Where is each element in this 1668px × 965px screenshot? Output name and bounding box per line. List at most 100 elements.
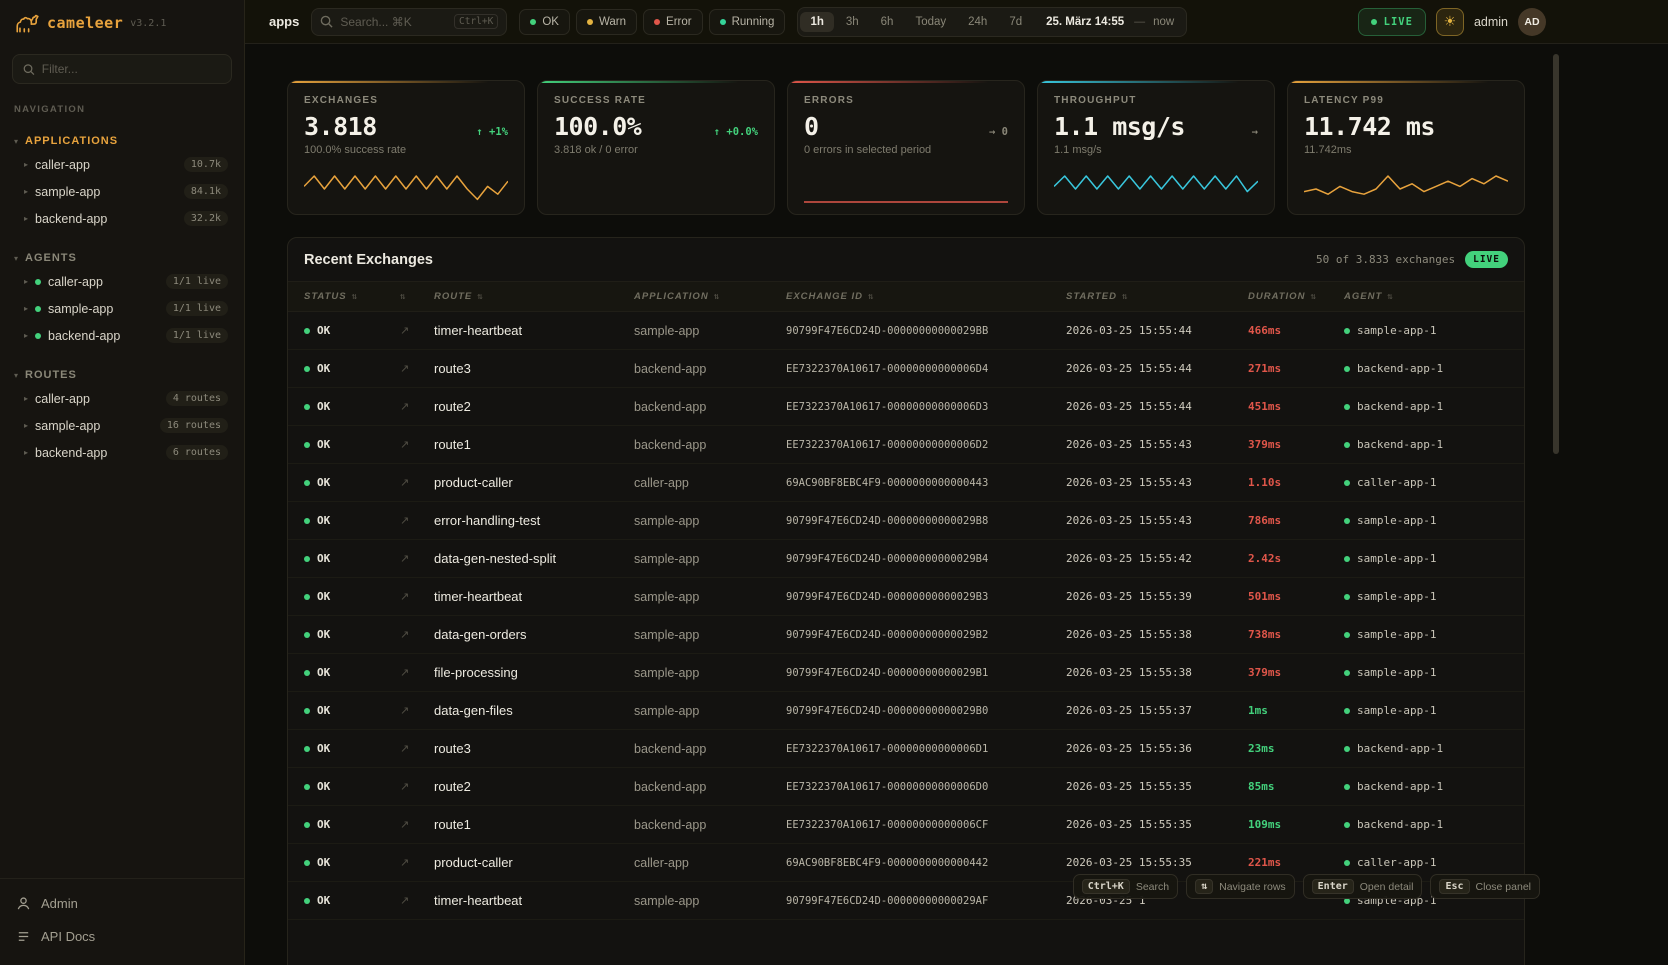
table-row[interactable]: OK ↗ route3 backend-app EE7322370A10617-… <box>288 350 1524 388</box>
live-toggle-button[interactable]: LIVE <box>1358 8 1426 36</box>
sidebar-filter[interactable] <box>12 54 232 84</box>
sidebar-item-admin[interactable]: Admin <box>0 887 244 920</box>
status-filter-pill[interactable]: Running <box>709 9 786 35</box>
sidebar-item-agent[interactable]: ▸ backend-app 1/1 live <box>0 322 244 349</box>
agent-name: caller-app-1 <box>1357 856 1436 869</box>
time-range-button[interactable]: 3h <box>836 12 869 32</box>
open-detail-icon[interactable]: ↗ <box>400 324 434 337</box>
open-detail-icon[interactable]: ↗ <box>400 552 434 565</box>
filter-input[interactable] <box>42 62 221 76</box>
started-cell: 2026-03-25 15:55:37 <box>1066 704 1248 717</box>
table-row[interactable]: OK ↗ route3 backend-app EE7322370A10617-… <box>288 730 1524 768</box>
open-detail-icon[interactable]: ↗ <box>400 514 434 527</box>
column-header-status[interactable]: STATUS⇅ <box>304 291 400 302</box>
open-detail-icon[interactable]: ↗ <box>400 590 434 603</box>
column-header-agent[interactable]: AGENT⇅ <box>1344 291 1508 302</box>
table-row[interactable]: OK ↗ route2 backend-app EE7322370A10617-… <box>288 388 1524 426</box>
agent-cell: sample-app-1 <box>1344 628 1508 641</box>
open-detail-icon[interactable]: ↗ <box>400 438 434 451</box>
time-range-button[interactable]: 6h <box>871 12 904 32</box>
route-cell: data-gen-nested-split <box>434 551 634 566</box>
open-detail-icon[interactable]: ↗ <box>400 362 434 375</box>
table-row[interactable]: OK ↗ timer-heartbeat sample-app 90799F47… <box>288 578 1524 616</box>
status-cell: OK <box>304 818 400 831</box>
time-range-button[interactable]: 24h <box>958 12 997 32</box>
column-header-duration[interactable]: DURATION⇅ <box>1248 291 1344 302</box>
sidebar-item-agent[interactable]: ▸ caller-app 1/1 live <box>0 268 244 295</box>
status-cell: OK <box>304 628 400 641</box>
open-detail-icon[interactable]: ↗ <box>400 742 434 755</box>
table-row[interactable]: OK ↗ data-gen-nested-split sample-app 90… <box>288 540 1524 578</box>
application-cell: sample-app <box>634 704 786 718</box>
column-header-action[interactable]: ⇅ <box>400 292 434 302</box>
ok-status-dot <box>304 708 310 714</box>
agent-name: sample-app-1 <box>1357 552 1436 565</box>
sidebar-item-agent[interactable]: ▸ sample-app 1/1 live <box>0 295 244 322</box>
time-range-button[interactable]: Today <box>905 12 956 32</box>
table-row[interactable]: OK ↗ error-handling-test sample-app 9079… <box>288 502 1524 540</box>
table-row[interactable]: OK ↗ data-gen-orders sample-app 90799F47… <box>288 616 1524 654</box>
status-value: OK <box>317 438 330 451</box>
open-detail-icon[interactable]: ↗ <box>400 628 434 641</box>
sidebar-item-route[interactable]: ▸ backend-app 6 routes <box>0 439 244 466</box>
agent-cell: sample-app-1 <box>1344 704 1508 717</box>
column-header-application[interactable]: APPLICATION⇅ <box>634 291 786 302</box>
status-cell: OK <box>304 856 400 869</box>
agent-cell: caller-app-1 <box>1344 476 1508 489</box>
status-filter-pill[interactable]: OK <box>519 9 570 35</box>
avatar[interactable]: AD <box>1518 8 1546 36</box>
stat-title: THROUGHPUT <box>1054 95 1258 106</box>
search-input[interactable] <box>340 15 447 29</box>
sidebar-item-route[interactable]: ▸ caller-app 4 routes <box>0 385 244 412</box>
section-header-routes[interactable]: ▾ ROUTES <box>0 365 244 385</box>
section-header-applications[interactable]: ▾ APPLICATIONS <box>0 131 244 151</box>
stat-value: 100.0% <box>554 112 641 141</box>
sidebar-item-api-docs[interactable]: API Docs <box>0 920 244 953</box>
time-range-button[interactable]: 7d <box>999 12 1032 32</box>
column-header-route[interactable]: ROUTE⇅ <box>434 291 634 302</box>
table-row[interactable]: OK ↗ product-caller caller-app 69AC90BF8… <box>288 464 1524 502</box>
sort-icon: ⇅ <box>868 292 874 302</box>
time-range-button[interactable]: 1h <box>800 12 833 32</box>
sort-icon: ⇅ <box>1122 292 1128 302</box>
status-filter-pill[interactable]: Warn <box>576 9 637 35</box>
column-label: APPLICATION <box>634 291 709 302</box>
table-row[interactable]: OK ↗ timer-heartbeat sample-app 90799F47… <box>288 312 1524 350</box>
table-row[interactable]: OK ↗ route1 backend-app EE7322370A10617-… <box>288 806 1524 844</box>
open-detail-icon[interactable]: ↗ <box>400 894 434 907</box>
agent-cell: sample-app-1 <box>1344 590 1508 603</box>
table-row[interactable]: OK ↗ data-gen-files sample-app 90799F47E… <box>288 692 1524 730</box>
table-header-bar: Recent Exchanges 50 of 3.833 exchanges L… <box>288 238 1524 282</box>
sidebar-item-application[interactable]: ▸ caller-app 10.7k <box>0 151 244 178</box>
open-detail-icon[interactable]: ↗ <box>400 400 434 413</box>
sidebar-item-label: caller-app <box>35 158 90 172</box>
table-row[interactable]: OK ↗ route1 backend-app EE7322370A10617-… <box>288 426 1524 464</box>
status-value: OK <box>317 742 330 755</box>
table-row[interactable]: OK ↗ route2 backend-app EE7322370A10617-… <box>288 768 1524 806</box>
table-row[interactable]: OK ↗ file-processing sample-app 90799F47… <box>288 654 1524 692</box>
status-filter-pill[interactable]: Error <box>643 9 703 35</box>
hint-pill: ⇅ Navigate rows <box>1186 874 1295 899</box>
exchange-id-cell: 90799F47E6CD24D-00000000000029B3 <box>786 591 1066 603</box>
table-summary: 50 of 3.833 exchanges <box>1316 253 1455 266</box>
sidebar-item-application[interactable]: ▸ sample-app 84.1k <box>0 178 244 205</box>
open-detail-icon[interactable]: ↗ <box>400 856 434 869</box>
chevron-right-icon: ▸ <box>24 187 28 196</box>
hint-key: Ctrl+K <box>1082 879 1130 894</box>
open-detail-icon[interactable]: ↗ <box>400 704 434 717</box>
section-header-agents[interactable]: ▾ AGENTS <box>0 248 244 268</box>
open-detail-icon[interactable]: ↗ <box>400 780 434 793</box>
sidebar-item-route[interactable]: ▸ sample-app 16 routes <box>0 412 244 439</box>
started-cell: 2026-03-25 15:55:43 <box>1066 476 1248 489</box>
sidebar-item-application[interactable]: ▸ backend-app 32.2k <box>0 205 244 232</box>
open-detail-icon[interactable]: ↗ <box>400 666 434 679</box>
column-header-exchange-id[interactable]: EXCHANGE ID⇅ <box>786 291 1066 302</box>
global-search[interactable]: Ctrl+K <box>311 8 507 36</box>
hint-pill: Esc Close panel <box>1430 874 1540 899</box>
ok-status-dot <box>304 442 310 448</box>
scrollbar-thumb[interactable] <box>1553 54 1559 454</box>
open-detail-icon[interactable]: ↗ <box>400 818 434 831</box>
open-detail-icon[interactable]: ↗ <box>400 476 434 489</box>
theme-toggle-button[interactable]: ☀ <box>1436 8 1464 36</box>
column-header-started[interactable]: STARTED⇅ <box>1066 291 1248 302</box>
